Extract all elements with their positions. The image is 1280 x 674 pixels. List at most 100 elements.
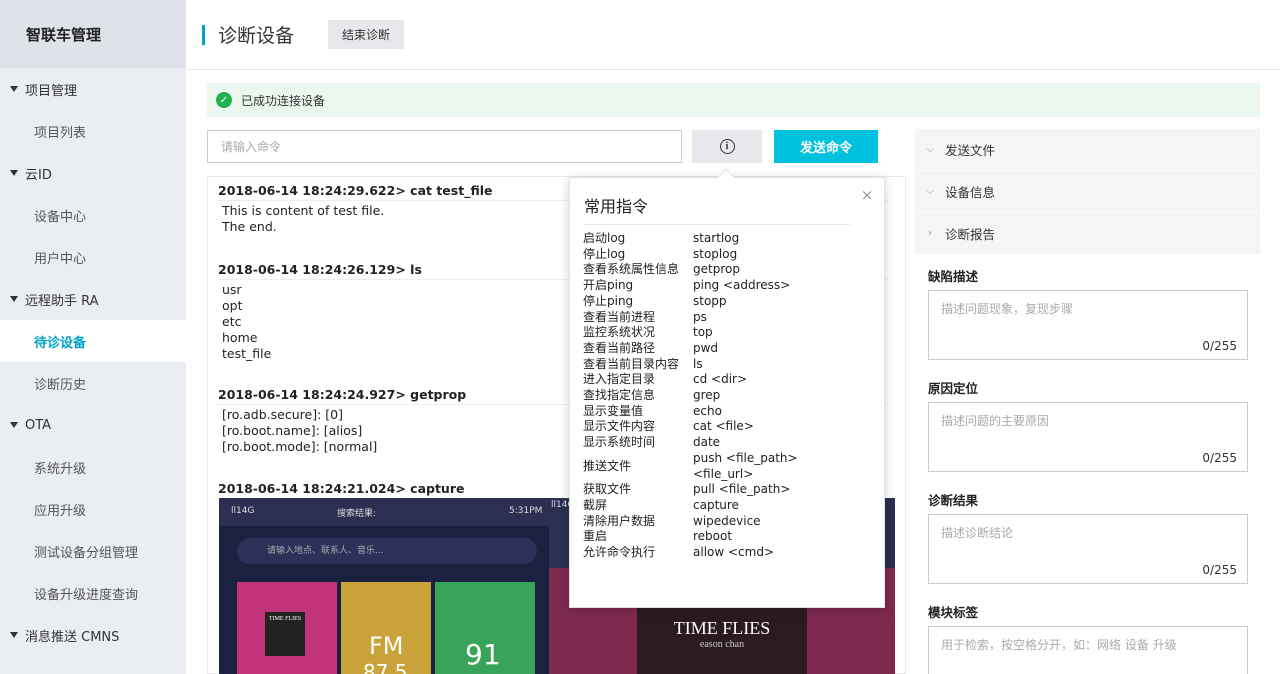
accordion-label: 发送文件 [945, 143, 996, 158]
capture-search-bar: 请输入地点、联系人、音乐... [237, 538, 537, 564]
command-name: 查看系统属性信息 [583, 262, 680, 277]
nav-group-ota[interactable]: OTA [0, 404, 186, 446]
command-syntax: ps [693, 309, 707, 324]
command-row: 查找指定信息 grep [583, 388, 803, 404]
defect-label: 缺陷描述 [928, 269, 979, 284]
nav-group-label: 消息推送 CMNS [25, 629, 120, 645]
command-name: 查找指定信息 [583, 388, 656, 403]
console-entry-header: 2018-06-14 18:24:21.024> capture [218, 481, 465, 496]
command-syntax: capture [693, 497, 739, 512]
success-alert: ✓ 已成功连接设备 [207, 83, 1260, 117]
command-syntax: grep [693, 388, 721, 403]
command-name: 重启 [583, 529, 608, 544]
sidebar-item-app-upgrade[interactable]: 应用升级 [0, 488, 186, 530]
command-row: 获取文件 pull <file_path> [583, 482, 803, 498]
nav-group-push[interactable]: 消息推送 CMNS [0, 614, 186, 656]
sidebar-item-pending-devices[interactable]: 待诊设备 [0, 320, 186, 362]
result-placeholder: 描述诊断结论 [941, 526, 1014, 540]
sidebar: 智联车管理 项目管理 项目列表 云ID 设备中心 用户中心 远程助手 RA 待诊… [0, 0, 186, 674]
sidebar-item-upgrade-progress[interactable]: 设备升级进度查询 [0, 572, 186, 614]
brand-title: 智联车管理 [0, 0, 186, 68]
caret-down-icon [10, 296, 18, 302]
command-row: 监控系统状况 top [583, 325, 803, 341]
command-syntax: date [693, 435, 721, 450]
accordion-label: 设备信息 [945, 185, 996, 200]
command-syntax: ls [693, 356, 703, 371]
sidebar-item-project-list[interactable]: 项目列表 [0, 110, 186, 152]
nav-group-remote-assist[interactable]: 远程助手 RA [0, 278, 186, 320]
command-name: 监控系统状况 [583, 325, 656, 340]
title-accent-bar [202, 24, 205, 45]
command-name: 进入指定目录 [583, 372, 656, 387]
chevron-down-icon: ⌵ [926, 144, 934, 155]
diagnosis-accordion: ⌵ 发送文件 ⌵ 设备信息 › 诊断报告 [915, 129, 1260, 255]
capture-album: TIME FLIES eason chan [637, 604, 807, 674]
cause-field[interactable]: 描述问题的主要原因 0/255 [928, 402, 1248, 472]
capture-fm-label: FM [369, 632, 404, 660]
close-icon[interactable]: × [859, 187, 875, 203]
command-row: 查看系统属性信息 getprop [583, 262, 803, 278]
command-syntax: cat <file> [693, 419, 754, 434]
command-syntax: wipedevice [693, 513, 761, 528]
capture-signal: ll14G [231, 506, 255, 516]
defect-field[interactable]: 描述问题现象，复现步骤 0/255 [928, 290, 1248, 360]
popover-title: 常用指令 [584, 197, 649, 216]
defect-placeholder: 描述问题现象，复现步骤 [941, 302, 1074, 316]
nav-group-project[interactable]: 项目管理 [0, 68, 186, 110]
command-name: 显示系统时间 [583, 435, 656, 450]
end-diagnosis-button[interactable]: 结束诊断 [328, 20, 405, 49]
command-row: 查看当前目录内容 ls [583, 357, 803, 373]
popover-arrow [717, 168, 735, 186]
command-name: 启动log [583, 231, 626, 245]
command-syntax: top [693, 325, 713, 340]
capture-album-artist: eason chan [699, 639, 745, 650]
command-syntax: stoplog [693, 246, 738, 261]
command-name: 显示变量值 [583, 403, 644, 418]
capture-thumb: TIME FLIES [265, 612, 305, 656]
caret-down-icon [10, 86, 18, 92]
accordion-device-info[interactable]: ⌵ 设备信息 [915, 171, 1260, 213]
command-row: 允许命令执行 allow <cmd> [583, 545, 803, 561]
chevron-down-icon: ⌵ [926, 186, 934, 197]
sidebar-item-test-group[interactable]: 测试设备分组管理 [0, 530, 186, 572]
nav-group-label: 云ID [25, 167, 52, 183]
cause-char-count: 0/255 [1202, 451, 1237, 465]
command-row: 查看当前路径 pwd [583, 341, 803, 357]
capture-fm-tile: FM 87.5 [341, 582, 431, 674]
command-row: 停止ping stopp [583, 294, 803, 310]
capture-number: 91 [465, 638, 501, 671]
capture-music-tile: TIME FLIES [237, 582, 337, 674]
nav-group-label: 远程助手 RA [25, 293, 99, 309]
caret-down-icon [10, 422, 18, 428]
check-circle-icon: ✓ [216, 92, 232, 108]
capture-album-title: TIME FLIES [673, 618, 771, 638]
accordion-label: 诊断报告 [945, 227, 996, 242]
commands-table: 启动log startlog 停止log stoplog 查看系统属性信息 getprop… [583, 231, 803, 561]
command-help-button[interactable]: i [692, 130, 762, 163]
sidebar-item-user-center[interactable]: 用户中心 [0, 236, 186, 278]
command-syntax: cd <dir> [693, 372, 748, 387]
result-field[interactable]: 描述诊断结论 0/255 [928, 514, 1248, 584]
common-commands-popover: 常用指令 × 启动log startlog 停止log stoplog 查看系统属性信息… [569, 168, 885, 608]
sidebar-item-diag-history[interactable]: 诊断历史 [0, 362, 186, 404]
result-char-count: 0/255 [1202, 563, 1237, 577]
command-row: 显示系统时间 date [583, 435, 803, 451]
sidebar-item-system-upgrade[interactable]: 系统升级 [0, 446, 186, 488]
command-syntax: allow <cmd> [693, 545, 775, 560]
tags-field[interactable]: 用于检索，按空格分开，如：网络 设备 升级 [928, 626, 1248, 674]
command-row: 停止log stoplog [583, 247, 803, 263]
send-command-button[interactable]: 发送命令 [774, 130, 878, 163]
accordion-diag-report[interactable]: › 诊断报告 [915, 213, 1260, 255]
accordion-send-file[interactable]: ⌵ 发送文件 [915, 129, 1260, 171]
caret-down-icon [10, 170, 18, 176]
command-name: 查看当前路径 [583, 340, 656, 355]
command-row: 重启 reboot [583, 529, 803, 545]
command-syntax: reboot [693, 529, 733, 544]
capture-time: 5:31PM [509, 506, 543, 516]
command-name: 推送文件 [583, 458, 632, 473]
capture-search-title: 搜索结果: [337, 509, 377, 519]
command-syntax: getprop [693, 262, 740, 277]
nav-group-cloud-id[interactable]: 云ID [0, 152, 186, 194]
command-input[interactable] [207, 130, 682, 163]
sidebar-item-device-center[interactable]: 设备中心 [0, 194, 186, 236]
